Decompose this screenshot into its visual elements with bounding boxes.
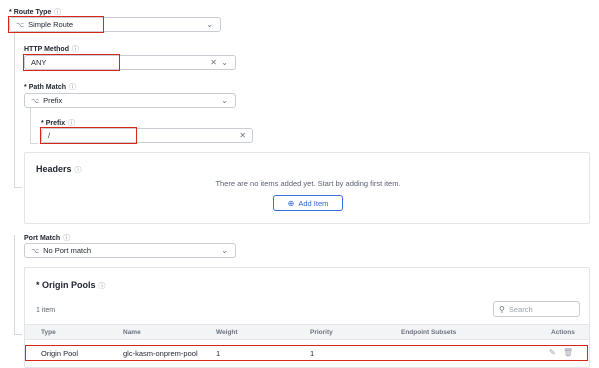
tree-line — [14, 334, 22, 335]
path-match-select[interactable]: ⌥ Prefix ⌄ — [24, 93, 236, 108]
headers-empty-text: There are no items added yet. Start by a… — [215, 179, 401, 188]
chevron-down-icon: ⌄ — [221, 58, 228, 67]
headers-title-text: Headers — [36, 164, 72, 174]
required-mark: * — [24, 84, 27, 91]
column-header-priority[interactable]: Priority — [310, 329, 333, 336]
http-method-label: HTTP Method ⓘ — [24, 44, 79, 54]
tree-line — [14, 187, 22, 188]
add-item-label: Add Item — [298, 198, 329, 208]
info-icon: ⓘ — [63, 235, 71, 242]
tree-line — [30, 108, 31, 144]
search-icon: ⚲ — [499, 304, 505, 314]
add-item-button[interactable]: ⊕ Add Item — [273, 195, 343, 211]
info-icon: ⓘ — [54, 9, 62, 16]
chevron-down-icon: ⌄ — [221, 96, 228, 105]
route-type-label-text: Route Type — [13, 9, 52, 16]
column-header-actions: Actions — [551, 329, 575, 336]
chevron-down-icon: ⌄ — [206, 20, 213, 29]
info-icon: ⓘ — [98, 283, 106, 290]
highlight-box — [8, 16, 104, 33]
search-input[interactable]: ⚲ Search — [493, 301, 580, 317]
tree-line — [30, 143, 38, 144]
highlight-box — [40, 127, 137, 144]
prefix-label-text: Prefix — [45, 120, 66, 127]
info-icon: ⓘ — [69, 84, 77, 91]
column-header-name[interactable]: Name — [123, 329, 141, 336]
port-match-label-text: Port Match — [24, 235, 61, 242]
plus-circle-icon: ⊕ — [287, 198, 295, 208]
required-mark: * — [41, 120, 44, 127]
highlight-box — [23, 54, 120, 71]
tree-line — [14, 235, 15, 335]
chevron-down-icon: ⌄ — [221, 246, 228, 255]
column-header-endpoint-subsets[interactable]: Endpoint Subsets — [401, 329, 456, 336]
required-mark: * — [9, 9, 12, 16]
path-match-label: * Path Match ⓘ — [24, 82, 76, 92]
clear-icon[interactable]: ✕ — [210, 58, 217, 67]
route-icon: ⌥ — [31, 247, 40, 255]
table-header: Type Name Weight Priority Endpoint Subse… — [25, 324, 589, 340]
path-match-label-text: Path Match — [28, 84, 67, 91]
column-header-type[interactable]: Type — [41, 329, 56, 336]
info-icon: ⓘ — [71, 46, 79, 53]
highlight-box — [25, 345, 588, 361]
path-match-value: Prefix — [43, 96, 63, 105]
route-icon: ⌥ — [31, 97, 40, 105]
port-match-label: Port Match ⓘ — [24, 233, 70, 243]
port-match-select[interactable]: ⌥ No Port match ⌄ — [24, 243, 236, 258]
port-match-value: No Port match — [43, 246, 92, 255]
tree-line — [14, 33, 15, 188]
origin-pools-title-text: Origin Pools — [42, 280, 96, 290]
headers-panel: Headers ⓘ There are no items added yet. S… — [24, 152, 590, 224]
search-placeholder: Search — [508, 304, 533, 314]
info-icon: ⓘ — [74, 167, 82, 174]
headers-title: Headers ⓘ — [36, 164, 82, 175]
clear-icon[interactable]: ✕ — [239, 131, 246, 140]
item-count: 1 item — [36, 307, 56, 314]
column-header-weight[interactable]: Weight — [216, 329, 238, 336]
required-mark: * — [36, 280, 40, 290]
info-icon: ⓘ — [68, 120, 76, 127]
http-method-label-text: HTTP Method — [24, 46, 69, 53]
origin-pools-title: * Origin Pools ⓘ — [36, 280, 106, 291]
